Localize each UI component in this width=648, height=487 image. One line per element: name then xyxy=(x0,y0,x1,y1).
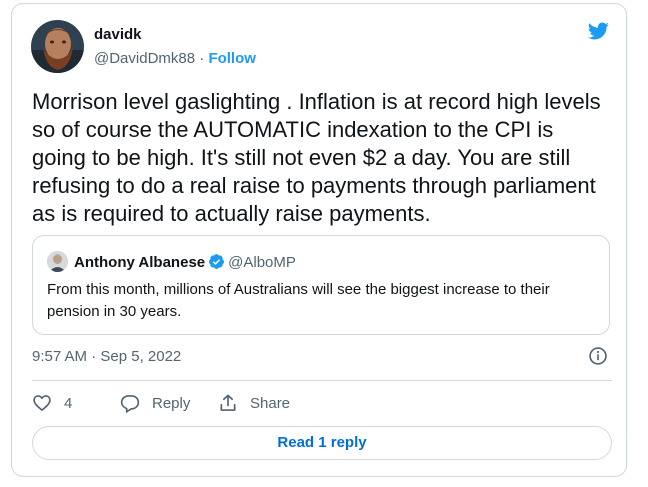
handle-separator: · xyxy=(199,50,205,67)
actions-divider xyxy=(32,380,612,381)
like-button[interactable]: 4 xyxy=(32,393,72,413)
share-label: Share xyxy=(250,394,291,412)
tweet-timestamp[interactable]: 9:57 AM · Sep 5, 2022 xyxy=(32,348,181,365)
read-replies-button[interactable]: Read 1 reply xyxy=(32,426,612,460)
quoted-author-avatar xyxy=(47,251,68,272)
tweet-text: Morrison level gaslighting . Inflation i… xyxy=(32,89,601,226)
quoted-tweet-text: From this month, millions of Australians… xyxy=(47,281,550,320)
follow-button[interactable]: Follow xyxy=(208,50,256,67)
quoted-tweet[interactable]: Anthony Albanese @AlboMP From this month,… xyxy=(32,235,610,335)
quoted-author-handle: @AlboMP xyxy=(228,254,296,271)
share-icon xyxy=(220,394,236,411)
share-button[interactable]: Share xyxy=(218,393,290,413)
reply-label: Reply xyxy=(152,394,191,412)
info-icon[interactable] xyxy=(588,346,608,366)
like-count: 4 xyxy=(64,394,73,412)
twitter-bird-icon[interactable] xyxy=(585,20,611,42)
author-handle-row: @DavidDmk88 · Follow xyxy=(94,50,256,67)
author-avatar[interactable] xyxy=(31,20,84,73)
reply-button[interactable]: Reply xyxy=(120,393,190,413)
quoted-tweet-header: Anthony Albanese @AlboMP xyxy=(74,253,296,271)
author-name[interactable]: davidk xyxy=(94,26,142,43)
author-handle[interactable]: @DavidDmk88 xyxy=(94,50,195,67)
quoted-author-name: Anthony Albanese xyxy=(74,254,206,271)
verified-badge-icon xyxy=(209,254,225,269)
heart-icon xyxy=(33,395,51,411)
embedded-tweet-card: davidk @DavidDmk88 · Follow Morrison lev… xyxy=(11,3,627,477)
reply-bubble-icon xyxy=(120,395,140,413)
